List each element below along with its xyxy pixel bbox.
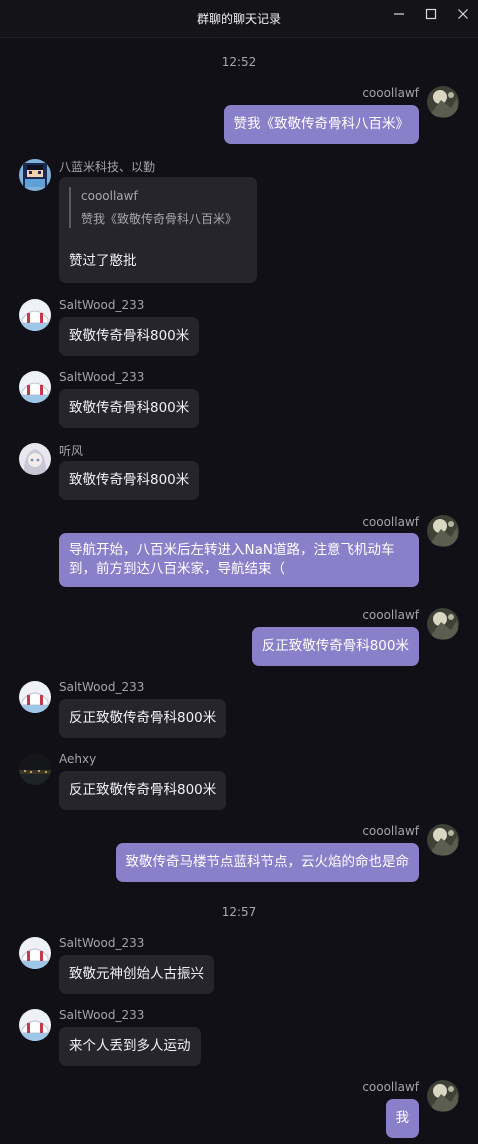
sender-name: Aehxy <box>59 752 97 766</box>
minimize-button[interactable] <box>386 4 412 24</box>
avatar-aehxy[interactable] <box>19 753 51 785</box>
title-bar: 群聊的聊天记录 <box>0 0 478 38</box>
sender-name: SaltWood_233 <box>59 680 145 694</box>
message-bubble[interactable]: 反正致敬传奇骨科800米 <box>251 627 419 666</box>
quoted-message[interactable]: cooollawf 赞我《致敬传奇骨科八百米》 <box>69 187 239 228</box>
timestamp: 12:57 <box>221 905 257 919</box>
avatar-cooollawf[interactable] <box>427 824 459 856</box>
maximize-icon <box>425 8 437 20</box>
avatar-saltwood[interactable] <box>19 1009 51 1041</box>
avatar-tingfeng[interactable] <box>19 443 51 475</box>
quoted-text: 赞我《致敬传奇骨科八百米》 <box>81 212 238 226</box>
timestamp: 12:52 <box>221 55 257 69</box>
close-button[interactable] <box>450 4 476 24</box>
reply-bubble[interactable]: cooollawf 赞我《致敬传奇骨科八百米》 赞过了憨批 <box>59 177 257 283</box>
close-icon <box>457 8 469 20</box>
sender-name: cooollawf <box>362 1080 419 1094</box>
message-bubble[interactable]: 来个人丢到多人运动 <box>59 1027 201 1066</box>
avatar-saltwood[interactable] <box>19 937 51 969</box>
message-bubble[interactable]: 赞我《致敬传奇骨科八百米》 <box>223 105 419 144</box>
sender-name: SaltWood_233 <box>59 936 145 950</box>
message-bubble[interactable]: 致敬传奇骨科800米 <box>59 317 200 356</box>
avatar-cooollawf[interactable] <box>427 1080 459 1112</box>
sender-name: 八蓝米科技、以勤 <box>59 160 156 174</box>
message-bubble[interactable]: 致敬传奇马楼节点蓝科节点，云火焰的命也是命 <box>115 843 419 882</box>
avatar-cooollawf[interactable] <box>427 608 459 640</box>
maximize-button[interactable] <box>418 4 444 24</box>
avatar-bamilan[interactable] <box>19 159 51 191</box>
message-bubble[interactable]: 反正致敬传奇骨科800米 <box>59 699 227 738</box>
minimize-icon <box>393 8 405 20</box>
sender-name: cooollawf <box>362 824 419 838</box>
sender-name: cooollawf <box>362 608 419 622</box>
message-bubble[interactable]: 致敬传奇骨科800米 <box>59 461 200 500</box>
quoted-sender: cooollawf <box>81 189 138 203</box>
sender-name: SaltWood_233 <box>59 1008 145 1022</box>
sender-name: SaltWood_233 <box>59 370 145 384</box>
avatar-saltwood[interactable] <box>19 371 51 403</box>
message-bubble[interactable]: 致敬传奇骨科800米 <box>59 389 200 428</box>
avatar-cooollawf[interactable] <box>427 515 459 547</box>
message-bubble[interactable]: 致敬元神创始人古振兴 <box>59 955 214 994</box>
sender-name: cooollawf <box>362 515 419 529</box>
avatar-saltwood[interactable] <box>19 299 51 331</box>
reply-text: 赞过了憨批 <box>69 253 137 269</box>
sender-name: 听风 <box>59 444 84 458</box>
sender-name: cooollawf <box>362 86 419 100</box>
message-bubble[interactable]: 我 <box>385 1099 419 1138</box>
message-bubble[interactable]: 导航开始，八百米后左转进入NaN道路，注意飞机动车到，前方到达八百米家，导航结束… <box>59 533 419 587</box>
sender-name: SaltWood_233 <box>59 298 145 312</box>
avatar-saltwood[interactable] <box>19 681 51 713</box>
message-bubble[interactable]: 反正致敬传奇骨科800米 <box>59 771 227 810</box>
avatar-cooollawf[interactable] <box>427 86 459 118</box>
